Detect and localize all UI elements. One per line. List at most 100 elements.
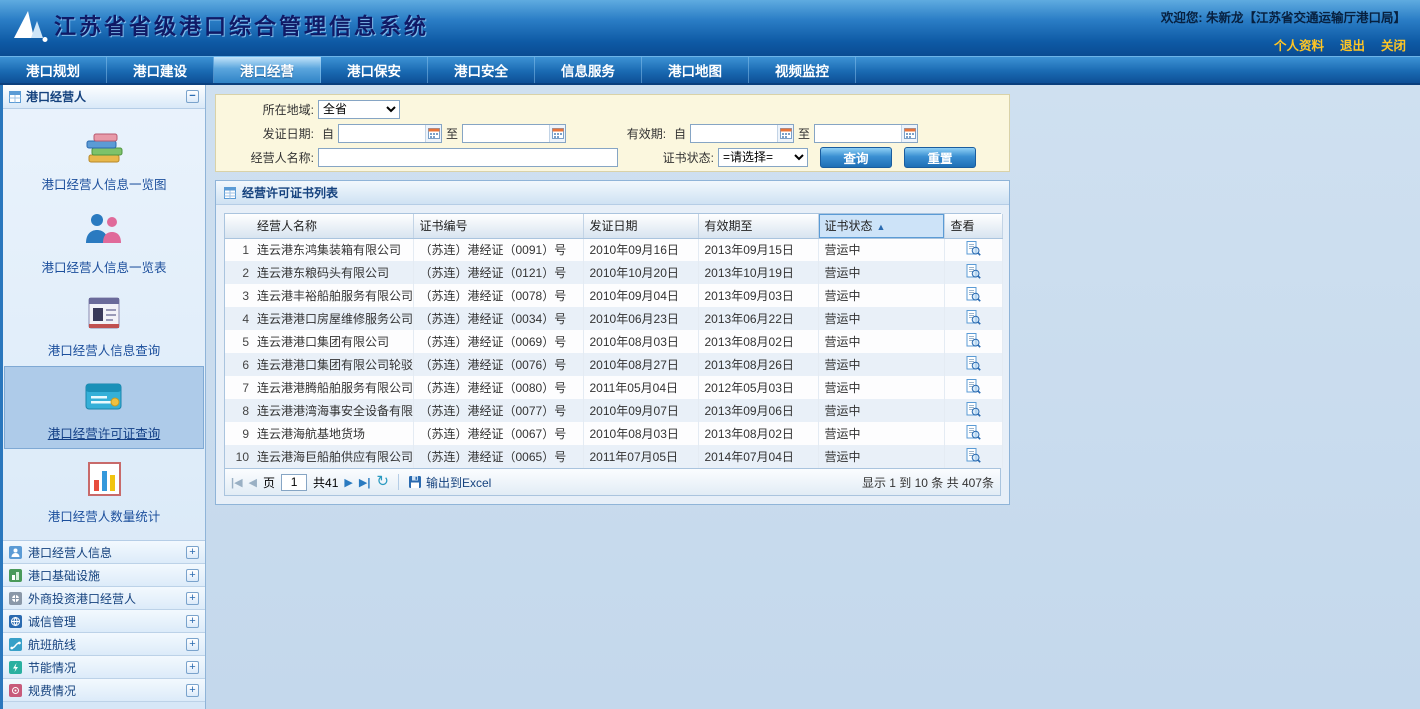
expand-button[interactable]: +	[186, 638, 199, 651]
sidebar-item[interactable]: 港口经营许可证查询	[4, 366, 204, 449]
table-row[interactable]: 1连云港东鸿集装箱有限公司（苏连）港经证（0091）号2010年09月16日20…	[225, 238, 1002, 261]
region-select[interactable]: 全省	[318, 100, 400, 119]
valid-until-cell: 2013年09月03日	[698, 284, 818, 307]
column-header[interactable]: 证书编号	[413, 214, 583, 238]
sidebar-item[interactable]: 港口经营人信息查询	[4, 283, 204, 366]
row-number: 5	[231, 335, 249, 349]
calendar-icon[interactable]	[425, 125, 441, 142]
view-detail-icon[interactable]	[966, 402, 981, 417]
next-page-button[interactable]: ▶	[344, 476, 352, 489]
issue-date-cell: 2011年05月04日	[583, 376, 698, 399]
column-header-label: 查看	[951, 219, 975, 233]
sidebar-item-label: 港口经营人信息一览图	[41, 174, 166, 193]
nav-tab[interactable]: 视频监控	[749, 57, 856, 83]
valid-until-cell: 2013年10月19日	[698, 261, 818, 284]
page-number-input[interactable]	[281, 474, 307, 491]
statistics-chart-icon	[82, 457, 126, 501]
view-detail-icon[interactable]	[966, 264, 981, 279]
view-detail-icon[interactable]	[966, 425, 981, 440]
profile-link[interactable]: 个人资料	[1274, 35, 1324, 54]
nav-tab[interactable]: 港口安全	[428, 57, 535, 83]
reset-button[interactable]: 重置	[904, 147, 976, 168]
expand-button[interactable]: +	[186, 615, 199, 628]
view-detail-icon[interactable]	[966, 241, 981, 256]
header-links: 个人资料退出关闭	[1274, 35, 1406, 54]
column-header[interactable]: 发证日期	[583, 214, 698, 238]
logout-link[interactable]: 退出	[1340, 35, 1365, 54]
sidebar-item[interactable]: 港口经营人信息一览表	[4, 200, 204, 283]
export-excel-button[interactable]: 输出到Excel	[408, 474, 491, 491]
table-row[interactable]: 4连云港港口房屋维修服务公司（苏连）港经证（0034）号2010年06月23日2…	[225, 307, 1002, 330]
query-button[interactable]: 查询	[820, 147, 892, 168]
cert-status-select[interactable]: =请选择=	[718, 148, 808, 167]
view-detail-icon[interactable]	[966, 448, 981, 463]
validity-label: 有效期:	[566, 125, 670, 142]
sidebar-panel[interactable]: 规费情况+	[3, 679, 205, 702]
table-row[interactable]: 8连云港港湾海事安全设备有限...（苏连）港经证（0077）号2010年09月0…	[225, 399, 1002, 422]
sidebar-item[interactable]: 港口经营人数量统计	[4, 449, 204, 532]
nav-tab[interactable]: 港口保安	[321, 57, 428, 83]
foreign-investment-icon	[9, 592, 22, 605]
issue-date-cell: 2010年09月04日	[583, 284, 698, 307]
prev-page-button[interactable]: ◀	[249, 476, 257, 489]
sidebar-collapsed-panels: 港口经营人信息+港口基础设施+外商投资港口经营人+诚信管理+航班航线+节能情况+…	[3, 540, 205, 702]
table-row[interactable]: 2连云港东粮码头有限公司（苏连）港经证（0121）号2010年10月20日201…	[225, 261, 1002, 284]
valid-until-cell: 2013年09月06日	[698, 399, 818, 422]
table-row[interactable]: 7连云港港腾船舶服务有限公司（苏连）港经证（0080）号2011年05月04日2…	[225, 376, 1002, 399]
sort-ascending-icon: ▲	[877, 222, 886, 232]
expand-button[interactable]: +	[186, 592, 199, 605]
calendar-icon[interactable]	[777, 125, 793, 142]
column-header[interactable]: 证书状态▲	[818, 214, 944, 238]
issue-date-from-input[interactable]	[339, 125, 425, 142]
sidebar-panel[interactable]: 节能情况+	[3, 656, 205, 679]
sidebar-panel[interactable]: 外商投资港口经营人+	[3, 587, 205, 610]
sidebar-panel[interactable]: 港口基础设施+	[3, 564, 205, 587]
from-label: 自	[318, 125, 338, 142]
table-row[interactable]: 9连云港海航基地货场（苏连）港经证（0067）号2010年08月03日2013年…	[225, 422, 1002, 445]
fees-icon	[9, 684, 22, 697]
validity-to-input[interactable]	[815, 125, 901, 142]
nav-tab[interactable]: 信息服务	[535, 57, 642, 83]
sidebar-panel[interactable]: 诚信管理+	[3, 610, 205, 633]
row-number: 1	[231, 243, 249, 257]
expand-button[interactable]: +	[186, 546, 199, 559]
table-row[interactable]: 3连云港丰裕船舶服务有限公司（苏连）港经证（0078）号2010年09月04日2…	[225, 284, 1002, 307]
sidebar-panel[interactable]: 航班航线+	[3, 633, 205, 656]
operator-name-input[interactable]	[318, 148, 618, 167]
view-cell	[944, 376, 1002, 399]
collapse-button[interactable]: −	[186, 90, 199, 103]
calendar-icon[interactable]	[901, 125, 917, 142]
nav-tab[interactable]: 港口规划	[0, 57, 107, 83]
sidebar-item[interactable]: 港口经营人信息一览图	[4, 117, 204, 200]
column-header[interactable]: 查看	[944, 214, 1002, 238]
save-disk-icon	[408, 475, 422, 489]
cert-status-cell: 营运中	[818, 261, 944, 284]
expand-button[interactable]: +	[186, 684, 199, 697]
calendar-icon[interactable]	[549, 125, 565, 142]
nav-tab[interactable]: 港口经营	[214, 57, 321, 83]
expand-button[interactable]: +	[186, 569, 199, 582]
column-header[interactable]: 有效期至	[698, 214, 818, 238]
first-page-button[interactable]: |◀	[231, 476, 243, 489]
sidebar-panel-header[interactable]: 港口经营人 −	[3, 85, 205, 109]
view-detail-icon[interactable]	[966, 333, 981, 348]
nav-tab[interactable]: 港口建设	[107, 57, 214, 83]
table-row[interactable]: 6连云港港口集团有限公司轮驳...（苏连）港经证（0076）号2010年08月2…	[225, 353, 1002, 376]
column-header[interactable]: 经营人名称	[225, 214, 413, 238]
table-row[interactable]: 5连云港港口集团有限公司（苏连）港经证（0069）号2010年08月03日201…	[225, 330, 1002, 353]
sidebar-panel[interactable]: 港口经营人信息+	[3, 541, 205, 564]
close-link[interactable]: 关闭	[1381, 35, 1406, 54]
validity-from-input[interactable]	[691, 125, 777, 142]
expand-button[interactable]: +	[186, 661, 199, 674]
nav-tab[interactable]: 港口地图	[642, 57, 749, 83]
view-detail-icon[interactable]	[966, 356, 981, 371]
issue-date-to-input[interactable]	[463, 125, 549, 142]
table-row[interactable]: 10连云港海巨船舶供应有限公司（苏连）港经证（0065）号2011年07月05日…	[225, 445, 1002, 468]
refresh-icon[interactable]: ↻	[376, 475, 389, 489]
view-detail-icon[interactable]	[966, 379, 981, 394]
issue-date-cell: 2010年09月07日	[583, 399, 698, 422]
view-detail-icon[interactable]	[966, 310, 981, 325]
view-detail-icon[interactable]	[966, 287, 981, 302]
row-number: 4	[231, 312, 249, 326]
last-page-button[interactable]: ▶|	[359, 476, 371, 489]
